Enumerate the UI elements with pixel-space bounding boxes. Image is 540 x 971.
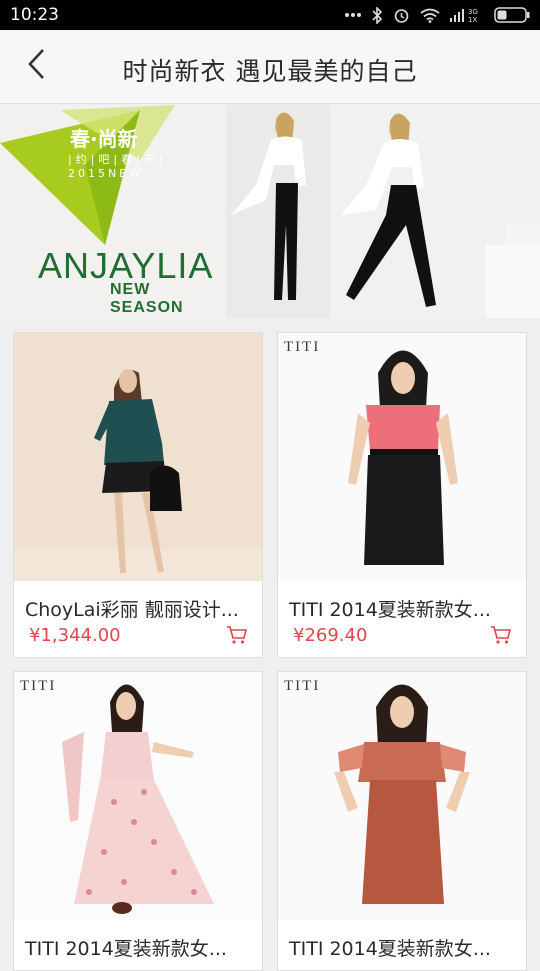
- cart-icon[interactable]: [226, 625, 248, 649]
- wifi-icon: [420, 8, 440, 23]
- product-image: TITI: [14, 672, 262, 920]
- product-card[interactable]: TITI TITI 2014夏装新款女...: [277, 671, 527, 971]
- battery-icon: [494, 7, 530, 23]
- svg-text:3G: 3G: [468, 8, 478, 16]
- banner-logo-panel: 春·尚新 |约|吧|春|天| 2015NEW ANJAYLIA NEW SEAS…: [0, 105, 226, 318]
- status-bar: 10:23 3G 1X: [0, 0, 540, 30]
- banner-logo-year: 2015NEW: [68, 167, 144, 180]
- product-name: TITI 2014夏装新款女...: [25, 938, 227, 960]
- product-image: TITI: [278, 672, 526, 920]
- status-time: 10:23: [10, 5, 59, 25]
- banner-logo-sub: |约|吧|春|天|: [68, 153, 167, 166]
- product-image: [14, 333, 262, 581]
- banner-photo: [226, 105, 540, 318]
- brand-watermark: TITI: [284, 678, 321, 694]
- alarm-icon: [393, 7, 410, 24]
- product-name: TITI 2014夏装新款女...: [289, 938, 491, 960]
- product-image: TITI: [278, 333, 526, 581]
- brand-watermark: TITI: [284, 339, 321, 355]
- product-price: ¥1,344.00: [29, 625, 121, 646]
- product-card[interactable]: TITI TITI 2014夏装新款女...: [13, 671, 263, 971]
- product-card[interactable]: TITI TITI 2014夏装新款女... ¥269.40: [277, 332, 527, 658]
- banner-tagline: NEW SEASON: [110, 281, 184, 316]
- more-dots-icon: [344, 12, 362, 18]
- svg-text:1X: 1X: [468, 16, 477, 23]
- product-price: ¥269.40: [293, 625, 368, 646]
- product-name: ChoyLai彩丽 靓丽设计...: [25, 599, 239, 621]
- product-card[interactable]: ChoyLai彩丽 靓丽设计... ¥1,344.00: [13, 332, 263, 658]
- bluetooth-icon: [372, 6, 383, 24]
- banner-logo-text: 春·尚新: [70, 127, 138, 151]
- signal-icon: 3G 1X: [450, 7, 484, 23]
- status-icons: 3G 1X: [344, 6, 530, 24]
- page-title: 时尚新衣 遇见最美的自己: [122, 57, 418, 86]
- product-name: TITI 2014夏装新款女...: [289, 599, 491, 621]
- brand-watermark: TITI: [20, 678, 57, 694]
- app-header: 时尚新衣 遇见最美的自己: [0, 30, 540, 104]
- cart-icon[interactable]: [490, 625, 512, 649]
- promo-banner[interactable]: 春·尚新 |约|吧|春|天| 2015NEW ANJAYLIA NEW SEAS…: [0, 105, 540, 318]
